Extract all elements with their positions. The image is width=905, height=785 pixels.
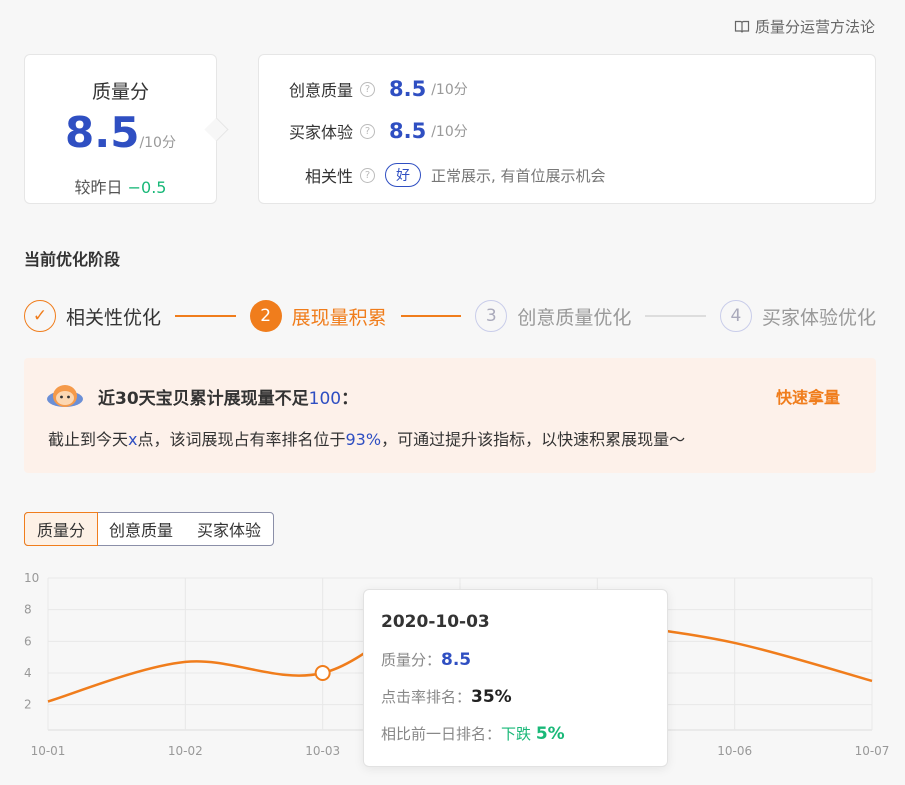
mascot-icon bbox=[47, 385, 83, 407]
quality-score-unit: /10分 bbox=[139, 135, 176, 151]
tooltip-rank: 相比前一日排名：下跌 5% bbox=[381, 724, 565, 744]
step-relevance[interactable]: ✓ 相关性优化 bbox=[24, 300, 161, 332]
y-tick-label: 6 bbox=[24, 634, 32, 648]
quality-score-compare: 较昨日 −0.5 bbox=[74, 178, 167, 197]
tab-buyer-experience[interactable]: 买家体验 bbox=[185, 513, 273, 545]
buyer-experience-value: 8.5 bbox=[389, 119, 427, 143]
x-tick-label: 10-01 bbox=[31, 744, 66, 758]
step-connector bbox=[645, 315, 706, 317]
stage-section-title: 当前优化阶段 bbox=[24, 250, 121, 269]
score-detail-card: 创意质量 ? 8.5 /10分 买家体验 ? 8.5 /10分 相关性 ? 好 … bbox=[258, 54, 876, 204]
tip-title: 近30天宝贝累计展现量不足100： bbox=[46, 382, 358, 410]
y-tick-label: 2 bbox=[24, 698, 32, 712]
quality-score-card: 质量分 8.5/10分 较昨日 −0.5 bbox=[24, 54, 217, 204]
help-icon[interactable]: ? bbox=[360, 167, 375, 183]
quality-score-value: 8.5/10分 bbox=[65, 108, 176, 157]
quality-score-title: 质量分 bbox=[91, 81, 149, 103]
y-tick-label: 10 bbox=[24, 571, 39, 585]
step-connector bbox=[400, 315, 462, 317]
help-icon[interactable]: ? bbox=[360, 81, 375, 97]
tooltip-score: 质量分：8.5 bbox=[381, 650, 472, 670]
x-tick-label: 10-07 bbox=[855, 744, 890, 758]
step-buyer[interactable]: 4 买家体验优化 bbox=[719, 300, 876, 332]
tooltip-date: 2020-10-03 bbox=[381, 612, 490, 632]
creative-quality-row: 创意质量 ? 8.5 /10分 bbox=[288, 77, 468, 101]
tooltip-ctr: 点击率排名：35% bbox=[381, 687, 512, 707]
check-icon: ✓ bbox=[24, 300, 56, 332]
relevance-badge: 好 bbox=[385, 163, 421, 187]
x-tick-label: 10-02 bbox=[168, 744, 203, 758]
step-creative[interactable]: 3 创意质量优化 bbox=[475, 300, 631, 332]
buyer-experience-row: 买家体验 ? 8.5 /10分 bbox=[288, 119, 468, 143]
creative-quality-value: 8.5 bbox=[389, 77, 427, 101]
quick-traffic-button[interactable]: 快速拿量 bbox=[776, 384, 840, 408]
y-tick-label: 8 bbox=[24, 603, 32, 617]
optimization-steps: ✓ 相关性优化 2 展现量积累 3 创意质量优化 4 买家体验优化 bbox=[24, 297, 876, 335]
chart-tooltip: 2020-10-03 质量分：8.5 点击率排名：35% 相比前一日排名：下跌 … bbox=[363, 589, 668, 767]
tab-creative-quality[interactable]: 创意质量 bbox=[97, 513, 185, 545]
chart-tabs: 质量分 创意质量 买家体验 bbox=[24, 512, 275, 546]
compare-value: −0.5 bbox=[127, 178, 167, 197]
relevance-row: 相关性 ? 好 正常展示, 有首位展示机会 bbox=[277, 163, 606, 187]
impression-tip: 近30天宝贝累计展现量不足100： 快速拿量 截止到今天x点，该词展现占有率排名… bbox=[24, 358, 876, 473]
y-axis-ticks: 2 4 6 8 10 bbox=[24, 571, 39, 712]
relevance-desc: 正常展示, 有首位展示机会 bbox=[431, 166, 606, 185]
tip-threshold: 100 bbox=[308, 388, 342, 409]
step-connector bbox=[175, 315, 236, 317]
help-icon[interactable]: ? bbox=[360, 123, 375, 139]
methodology-link[interactable]: 质量分运营方法论 bbox=[734, 16, 875, 37]
step-impressions[interactable]: 2 展现量积累 bbox=[249, 300, 387, 332]
book-icon bbox=[734, 20, 750, 33]
highlight-point[interactable] bbox=[314, 665, 331, 681]
y-tick-label: 4 bbox=[24, 666, 32, 680]
x-tick-label: 10-03 bbox=[305, 744, 340, 758]
tab-quality-score[interactable]: 质量分 bbox=[24, 512, 99, 546]
x-tick-label: 10-06 bbox=[717, 744, 752, 758]
methodology-link-label: 质量分运营方法论 bbox=[754, 18, 875, 36]
tip-body: 截止到今天x点，该词展现占有率排名位于93%，可通过提升该指标，以快速积累展现量… bbox=[48, 430, 686, 449]
share-rank-value: 93% bbox=[345, 430, 382, 449]
